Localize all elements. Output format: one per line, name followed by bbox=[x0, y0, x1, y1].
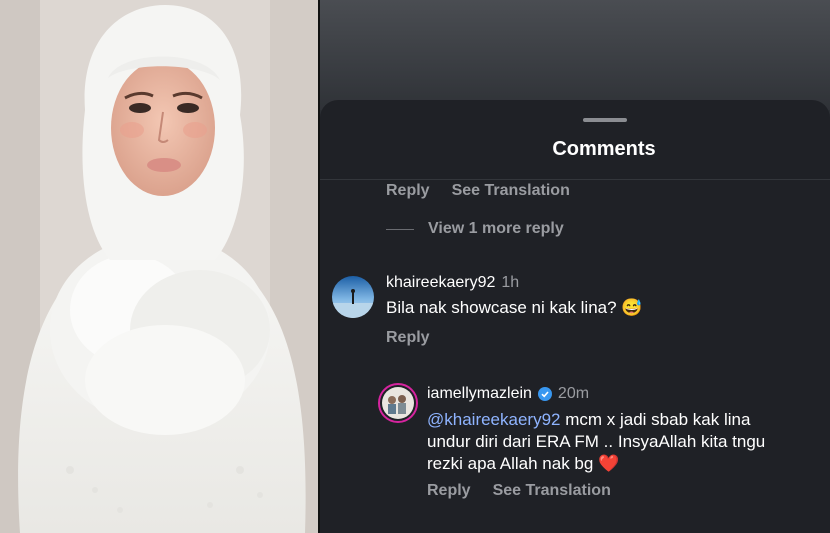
mention-link[interactable]: @khaireekaery92 bbox=[427, 410, 561, 429]
reply-text: @khaireekaery92 mcm x jadi sbab kak lina… bbox=[427, 409, 827, 475]
reply-username-row: iamellymazlein 20m bbox=[427, 385, 589, 403]
reply-actions: Reply See Translation bbox=[427, 482, 611, 500]
comments-panel: Comments Reply See Translation View 1 mo… bbox=[320, 0, 830, 533]
user-avatar-image bbox=[332, 276, 374, 318]
reply-button[interactable]: Reply bbox=[386, 182, 430, 200]
view-more-label: View 1 more reply bbox=[428, 220, 564, 237]
sweat-smile-emoji: 😅 bbox=[621, 298, 643, 317]
comment-time: 1h bbox=[501, 274, 520, 291]
reply-button[interactable]: Reply bbox=[427, 482, 471, 500]
comment-text: Bila nak showcase ni kak lina? 😅 bbox=[386, 297, 642, 319]
comment-username-row: khaireekaery92 1h bbox=[386, 274, 519, 292]
thread-line bbox=[386, 228, 414, 230]
reply-avatar[interactable] bbox=[378, 383, 418, 423]
view-more-replies-button[interactable]: View 1 more reply bbox=[386, 220, 564, 238]
see-translation-button[interactable]: See Translation bbox=[452, 182, 570, 200]
portrait-image bbox=[0, 0, 318, 533]
reply-line-1: @khaireekaery92 mcm x jadi sbab kak lina bbox=[427, 409, 827, 431]
reply-username[interactable]: iamellymazlein bbox=[427, 385, 532, 403]
reply-text-line1: mcm x jadi sbab kak lina bbox=[560, 410, 751, 429]
comment-username[interactable]: khaireekaery92 bbox=[386, 274, 495, 292]
verified-badge-icon bbox=[537, 387, 552, 401]
reply-line-3: rezki apa Allah nak bg ❤️ bbox=[427, 453, 827, 475]
see-translation-button[interactable]: See Translation bbox=[493, 482, 611, 500]
screen: Comments Reply See Translation View 1 mo… bbox=[0, 0, 830, 533]
reply-avatar-image bbox=[382, 387, 414, 419]
sheet-title: Comments bbox=[552, 138, 656, 160]
header-divider bbox=[320, 179, 830, 180]
reply-text-line3: rezki apa Allah nak bg bbox=[427, 454, 594, 473]
avatar[interactable] bbox=[332, 276, 374, 318]
comment-actions: Reply bbox=[386, 329, 430, 347]
comments-sheet: Comments Reply See Translation View 1 mo… bbox=[320, 100, 830, 533]
background-content bbox=[320, 0, 830, 110]
comment-body: Bila nak showcase ni kak lina? bbox=[386, 298, 617, 317]
reply-line-2: undur diri dari ERA FM .. InsyaAllah kit… bbox=[427, 432, 766, 451]
reply-time: 20m bbox=[557, 385, 590, 402]
portrait-photo bbox=[0, 0, 318, 533]
sheet-grabber[interactable] bbox=[583, 118, 627, 122]
previous-comment-actions: Reply See Translation bbox=[386, 182, 570, 200]
heart-emoji: ❤️ bbox=[598, 454, 620, 473]
reply-button[interactable]: Reply bbox=[386, 329, 430, 347]
